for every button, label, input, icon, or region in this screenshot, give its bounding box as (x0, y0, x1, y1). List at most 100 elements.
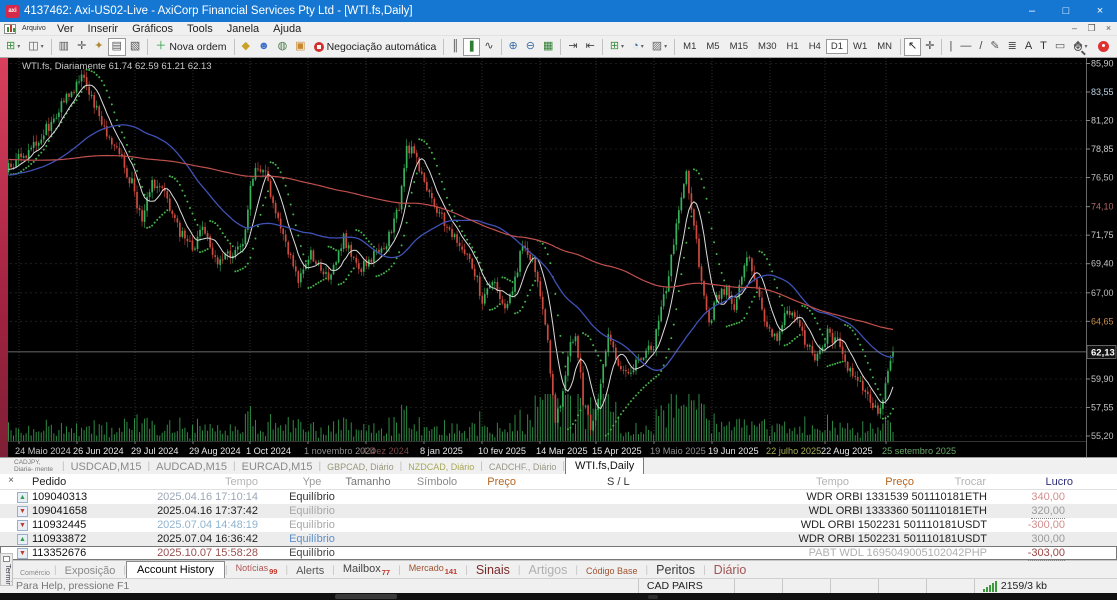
column-header-tempo-7[interactable]: Tempo (816, 474, 849, 490)
menu-inserir[interactable]: Inserir (81, 23, 126, 35)
order-row[interactable]: ▲ 109040313 2025.04.16 17:10:14 Equilíbrio W… (0, 490, 1117, 504)
timeframe-h4-button[interactable]: H4 (804, 39, 826, 54)
terminal-tab-mailbox[interactable]: Mailbox77 (335, 562, 398, 578)
column-header-trocar-9[interactable]: Trocar (955, 474, 986, 490)
indicators-button[interactable]: ⊞ ▾ (606, 38, 628, 56)
column-header-pre-o-8[interactable]: Preço (885, 474, 914, 490)
chart-tab-gbpcad-di-rio[interactable]: GBPCAD, Diário (321, 461, 400, 474)
auto-scroll-button[interactable]: ⇥ (564, 38, 581, 56)
timeframe-m30-button[interactable]: M30 (753, 39, 781, 54)
terminal-tab-com-rcio[interactable]: Comércio (18, 570, 54, 578)
timeframe-m15-button[interactable]: M15 (725, 39, 753, 54)
search-button[interactable] (1070, 38, 1086, 56)
child-restore-button[interactable]: ❐ (1083, 23, 1100, 34)
new-chart-button[interactable]: ⊞ ▾ (2, 38, 24, 56)
child-minimize-button[interactable]: – (1066, 23, 1083, 34)
chart-tab-nzdcad-di-rio[interactable]: NZDCAD, Diário (402, 461, 480, 474)
timeframe-mn-button[interactable]: MN (872, 39, 897, 54)
column-header-tamanho-3[interactable]: Tamanho (333, 474, 403, 490)
column-header-tempo-1[interactable]: Tempo (225, 474, 258, 490)
fibonacci-button[interactable]: ≣ (1004, 38, 1021, 56)
column-header-pedido-0[interactable]: Pedido (32, 474, 66, 490)
data-window-button[interactable]: ✛ (73, 38, 90, 56)
terminal-tab-c-digo-base[interactable]: Código Base (578, 565, 646, 578)
chart-tab-cadjpy-diaria-mente[interactable]: CADJPY, Diaria- mente (12, 459, 62, 474)
zoom-out-button[interactable]: ⊖ (522, 38, 539, 56)
tile-windows-button[interactable]: ▦ (539, 38, 557, 56)
terminal-tab-not-cias[interactable]: Notícias99 (228, 562, 286, 578)
strategy-tester-button[interactable]: ▧ (126, 38, 144, 56)
chart-shift-button[interactable]: ⇤ (582, 38, 599, 56)
cursor-button[interactable]: ↖ (904, 37, 922, 56)
time-scale[interactable]: 24 Maio 2024 26 Jun 2024 29 Jul 2024 29 Aug… (15, 441, 956, 456)
chart-tab-wti-fs-daily[interactable]: WTI.fs,Daily (565, 457, 645, 474)
timeframe-m1-button[interactable]: M1 (678, 39, 701, 54)
depth-of-market-button[interactable]: ◆ (238, 38, 254, 56)
terminal-tab-di-rio[interactable]: Diário (706, 562, 755, 578)
zoom-out-icon: ⊖ (525, 40, 535, 52)
column-header-s-l-6[interactable]: S / L (607, 474, 630, 490)
market-button[interactable]: ▣ (291, 38, 309, 56)
status-profile-cell[interactable]: CAD PAIRS (637, 578, 734, 594)
text-label-button[interactable]: T (1036, 38, 1051, 56)
bar-chart-mode-button[interactable]: ║ (447, 38, 463, 56)
chart-tab-usdcad-m15[interactable]: USDCAD,M15 (65, 460, 148, 474)
timeframe-d1-button[interactable]: D1 (825, 39, 848, 54)
price-chart[interactable]: 85,90 83,55 81,20 78,85 76,50 74,10 71,75 69,40… (0, 58, 1117, 457)
shapes-button[interactable]: ▭ (1051, 38, 1069, 56)
new-order-button[interactable]: ＋ Nova ordem (151, 38, 230, 56)
line-chart-mode-button[interactable]: ∿ (480, 38, 497, 56)
order-row[interactable]: ▲ 110933872 2025.07.04 16:36:42 Equilíbrio W… (0, 532, 1117, 546)
order-row[interactable]: ▼ 109041658 2025.04.16 17:37:42 Equilíbrio W… (0, 504, 1117, 519)
channel-button[interactable]: ✎ (986, 38, 1003, 56)
terminal-tab-artigos[interactable]: Artigos (520, 562, 575, 578)
chart-window-icon[interactable] (4, 23, 16, 34)
market-watch-button[interactable]: ▥ (55, 38, 73, 56)
chart-tab-cadchf-di-rio[interactable]: CADCHF., Diário (483, 461, 563, 474)
order-row[interactable]: ▼ 113352676 2025.10.07 15:58:28 Equilíbrio P… (0, 546, 1117, 561)
webtrader-button[interactable]: ◍ (274, 38, 292, 56)
candle-chart-mode-button[interactable]: ❚ (463, 37, 481, 56)
crosshair-button[interactable]: ✛ (921, 38, 938, 56)
terminal-tab-exposi-o[interactable]: Exposição (57, 564, 124, 578)
maximize-button[interactable]: □ (1049, 0, 1083, 22)
menu-arquivo[interactable]: Arquivo (20, 25, 50, 32)
column-header-lucro-10[interactable]: Lucro (1045, 474, 1073, 490)
timeframe-h1-button[interactable]: H1 (782, 39, 804, 54)
profiles-button[interactable]: ◫ ▾ (24, 38, 47, 56)
terminal-side-tab[interactable]: Terminal (0, 553, 13, 586)
column-header-s-mbolo-4[interactable]: Símbolo (402, 474, 472, 490)
terminal-tab-alerts[interactable]: Alerts (288, 564, 332, 578)
price-scale[interactable]: 85,90 83,55 81,20 78,85 76,50 74,10 71,75 69,40… (1086, 58, 1117, 457)
timeframe-m5-button[interactable]: M5 (701, 39, 724, 54)
chart-tab-audcad-m15[interactable]: AUDCAD,M15 (150, 460, 233, 474)
menu-ajuda[interactable]: Ajuda (266, 23, 308, 35)
terminal-panel-button[interactable]: ▤ (107, 37, 126, 56)
menu-janela[interactable]: Janela (220, 23, 266, 35)
navigator-button[interactable]: ✦ (90, 38, 107, 56)
terminal-tab-peritos[interactable]: Peritos (648, 562, 703, 578)
horizontal-line-button[interactable]: — (956, 38, 975, 56)
close-button[interactable]: × (1083, 0, 1117, 22)
periods-button[interactable]: ◔ ▾ (628, 38, 648, 56)
notifications-button[interactable] (1094, 38, 1113, 56)
zoom-in-button[interactable]: ⊕ (505, 38, 522, 56)
order-row[interactable]: ▼ 110932445 2025.07.04 14:48:19 Equilíbrio W… (0, 518, 1117, 532)
text-button[interactable]: A (1021, 38, 1036, 56)
timeframe-w1-button[interactable]: W1 (848, 39, 872, 54)
column-header-pre-o-5[interactable]: Preço (487, 474, 516, 490)
chart-tab-eurcad-m15[interactable]: EURCAD,M15 (236, 460, 319, 474)
menu-gr-ficos[interactable]: Gráficos (125, 23, 180, 35)
terminal-tab-account-history[interactable]: Account History (125, 561, 226, 578)
vertical-line-button[interactable]: | (945, 38, 956, 56)
autotrade-button[interactable]: Negociação automática (310, 38, 441, 56)
menu-ver[interactable]: Ver (50, 23, 81, 35)
templates-button[interactable]: ▨ ▾ (648, 38, 671, 56)
terminal-tab-mercado[interactable]: Mercado141 (401, 562, 466, 578)
trendline-button[interactable]: / (975, 38, 986, 56)
minimize-button[interactable]: – (1015, 0, 1049, 22)
child-close-button[interactable]: × (1100, 23, 1117, 34)
community-button[interactable]: ☻ (254, 38, 274, 56)
menu-tools[interactable]: Tools (180, 23, 220, 35)
terminal-tab-sinais[interactable]: Sinais (468, 562, 518, 578)
